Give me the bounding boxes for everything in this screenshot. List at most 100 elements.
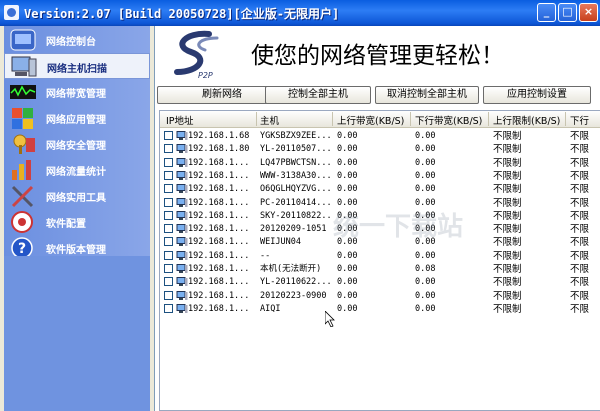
row-checkbox[interactable]: [164, 237, 173, 247]
table-row[interactable]: 192.168.1... LQ47PBWCTSN... 0.00 0.00 不限制 不限: [160, 157, 600, 170]
cell-down: 0.00: [415, 250, 436, 261]
cell-ip: 192.168.1...: [188, 157, 250, 168]
row-checkbox[interactable]: [164, 131, 173, 140]
cell-host: --: [260, 250, 271, 261]
console-icon: [10, 29, 36, 51]
sidebar-item-host-scan[interactable]: 网络主机扫描: [4, 53, 150, 79]
cell-downlimit: 不限: [570, 144, 590, 156]
host-list[interactable]: IP地址 主机 上行带宽(KB/S) 下行带宽(KB/S) 上行限制(KB/S)…: [159, 110, 600, 411]
row-checkbox[interactable]: [164, 277, 173, 287]
row-checkbox[interactable]: [164, 157, 173, 167]
row-checkbox[interactable]: [164, 144, 173, 154]
sidebar-item-traffic[interactable]: 网络流量统计: [4, 157, 150, 183]
table-row[interactable]: 192.168.1... O6QGLHQYZVG... 0.00 0.00 不限制 不限: [160, 183, 600, 196]
table-row[interactable]: 192.168.1... 20120223-0900 0.00 0.00 不限制 不限: [160, 290, 600, 303]
column-header-host[interactable]: 主机: [260, 113, 279, 127]
sidebar-item-bandwidth[interactable]: 网络带宽管理: [4, 79, 150, 105]
cell-downlimit: 不限: [570, 224, 590, 236]
cell-uplimit: 不限制: [493, 277, 522, 289]
row-checkbox[interactable]: [164, 290, 173, 300]
apply-settings-button[interactable]: 应用控制设置: [483, 86, 591, 104]
cell-host: YL-20110507...: [260, 144, 330, 155]
sidebar-item-security[interactable]: 网络安全管理: [4, 131, 150, 157]
cell-uplimit: 不限制: [493, 170, 522, 182]
cell-ip: 192.168.1...: [188, 303, 250, 314]
cell-uplimit: 不限制: [493, 237, 522, 249]
row-checkbox[interactable]: [164, 224, 173, 234]
column-header-upload-limit[interactable]: 上行限制(KB/S): [493, 113, 560, 127]
cell-up: 0.00: [337, 303, 358, 314]
computer-icon: [176, 144, 188, 154]
row-checkbox[interactable]: [164, 210, 173, 220]
table-row[interactable]: 192.168.1... -- 0.00 0.00 不限制 不限: [160, 250, 600, 263]
cell-host: SKY-20110822...: [260, 210, 330, 221]
row-checkbox[interactable]: [164, 170, 173, 180]
cell-uplimit: 不限制: [493, 303, 522, 315]
table-row[interactable]: 192.168.1.80 YL-20110507... 0.00 0.00 不限制 不限: [160, 143, 600, 156]
cell-host: YGKSBZX9ZEE...: [260, 131, 330, 141]
row-checkbox[interactable]: [164, 197, 173, 207]
table-row[interactable]: 192.168.1... WWW-3138A30... 0.00 0.00 不限制 不限: [160, 170, 600, 183]
computer-icon: [176, 277, 188, 287]
cell-downlimit: 不限: [570, 157, 590, 169]
app-manage-icon: [12, 108, 33, 129]
row-checkbox[interactable]: [164, 250, 173, 260]
column-header-upload[interactable]: 上行带宽(KB/S): [337, 113, 404, 127]
row-checkbox[interactable]: [164, 303, 173, 313]
computer-icon: [176, 184, 188, 194]
cell-downlimit: 不限: [570, 131, 590, 142]
minimize-button[interactable]: _: [537, 3, 556, 22]
cell-uplimit: 不限制: [493, 157, 522, 169]
cell-uplimit: 不限制: [493, 131, 522, 142]
cell-down: 0.00: [415, 277, 436, 288]
table-row[interactable]: 192.168.1... 本机(无法断开) 0.00 0.08 不限制 不限: [160, 263, 600, 276]
cell-up: 0.00: [337, 264, 358, 274]
sidebar-item-tools[interactable]: 网络实用工具: [4, 183, 150, 209]
sidebar-item-label: 网络应用管理: [46, 115, 106, 126]
cell-host: 20120223-0900: [260, 290, 327, 301]
cell-up: 0.00: [337, 250, 358, 261]
computer-icon: [176, 210, 188, 220]
computer-scan-icon: [11, 56, 37, 77]
close-button[interactable]: ×: [579, 3, 598, 22]
sidebar-item-label: 软件配置: [46, 219, 86, 230]
row-checkbox[interactable]: [164, 184, 173, 194]
cell-downlimit: 不限: [570, 197, 590, 209]
cell-host: PC-20110414...: [260, 197, 330, 208]
sidebar-item-console[interactable]: 网络控制台: [4, 27, 150, 53]
maximize-button[interactable]: □: [558, 3, 577, 22]
mouse-cursor-icon: [325, 311, 335, 327]
cell-up: 0.00: [337, 157, 358, 168]
column-header-download-limit[interactable]: 下行: [570, 113, 589, 127]
table-row[interactable]: 192.168.1... YL-20110622... 0.00 0.00 不限制 不限: [160, 276, 600, 289]
cell-downlimit: 不限: [570, 250, 590, 262]
cell-downlimit: 不限: [570, 277, 590, 289]
computer-icon: [176, 237, 188, 247]
config-icon: [11, 211, 33, 233]
cell-downlimit: 不限: [570, 237, 590, 249]
cell-downlimit: 不限: [570, 290, 590, 302]
cell-host: LQ47PBWCTSN...: [260, 157, 330, 168]
cancel-control-all-button[interactable]: 取消控制全部主机: [375, 86, 479, 104]
watermark: 统一下载站: [333, 212, 464, 242]
table-row[interactable]: 192.168.1... AIQI 0.00 0.00 不限制 不限: [160, 303, 600, 316]
sidebar-item-label: 网络实用工具: [46, 193, 106, 204]
window-title: Version:2.07 [Build 20050728][企业版-无限用户]: [24, 7, 340, 21]
table-row[interactable]: 192.168.1.68 YGKSBZX9ZEE... 0.00 0.00 不限制 不限: [160, 130, 600, 143]
app-window: Version:2.07 [Build 20050728][企业版-无限用户] …: [0, 0, 600, 411]
column-header-download[interactable]: 下行带宽(KB/S): [415, 113, 482, 127]
row-checkbox[interactable]: [164, 264, 173, 273]
computer-icon: [176, 157, 188, 167]
cell-host: 本机(无法断开): [260, 264, 322, 274]
column-header-ip[interactable]: IP地址: [166, 113, 194, 127]
cell-downlimit: 不限: [570, 184, 590, 196]
cell-host: YL-20110622...: [260, 277, 330, 288]
title-bar[interactable]: Version:2.07 [Build 20050728][企业版-无限用户] …: [0, 0, 600, 26]
sidebar-item-label: 网络流量统计: [46, 167, 106, 178]
logo-text: P2P: [198, 71, 213, 80]
sidebar-item-config[interactable]: 软件配置: [4, 209, 150, 235]
control-all-hosts-button[interactable]: 控制全部主机: [265, 86, 371, 104]
bandwidth-icon: [10, 85, 36, 99]
sidebar-item-app-manage[interactable]: 网络应用管理: [4, 105, 150, 131]
cell-down: 0.00: [415, 144, 436, 155]
